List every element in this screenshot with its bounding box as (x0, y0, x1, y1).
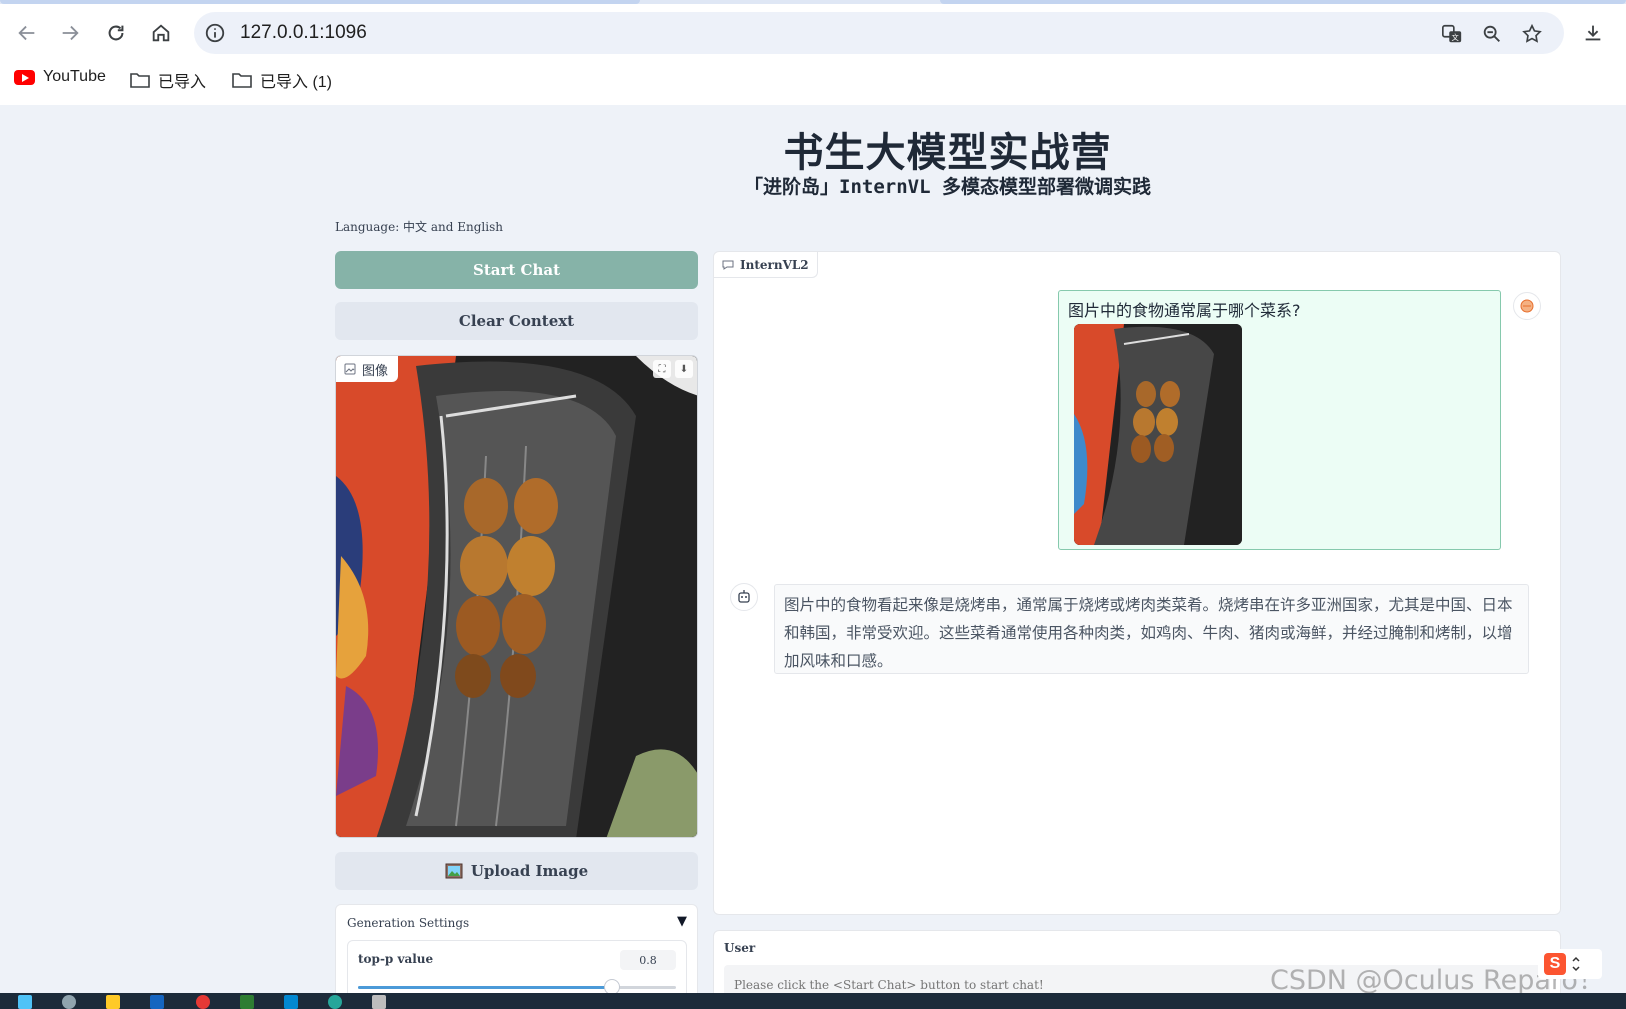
user-message-text: 图片中的食物通常属于哪个菜系? (1068, 301, 1301, 320)
home-button[interactable] (146, 18, 176, 48)
app-icon[interactable] (150, 995, 164, 1009)
clear-context-button[interactable]: Clear Context (335, 302, 698, 340)
chatbot-label: InternVL2 (714, 252, 818, 278)
top-p-slider-fill (358, 986, 612, 989)
reload-button[interactable] (101, 18, 131, 48)
image-label-text: 图像 (362, 363, 389, 379)
excel-icon[interactable] (240, 995, 254, 1009)
csdn-logo-icon: S (1544, 953, 1566, 975)
site-info-icon[interactable] (204, 22, 226, 44)
bookmark-label: 已导入 (1) (260, 74, 333, 91)
bookmark-imported-1[interactable]: 已导入 (1) (232, 68, 332, 92)
food-thumbnail (1074, 324, 1242, 545)
download-icon (1585, 25, 1601, 41)
bookmark-youtube[interactable]: YouTube (14, 68, 106, 86)
chatbot-label-text: InternVL2 (740, 257, 809, 272)
csdn-badge[interactable]: S (1538, 949, 1602, 979)
arrow-right-icon (62, 25, 79, 41)
search-icon[interactable] (62, 995, 76, 1009)
image-icon (344, 363, 356, 375)
start-icon[interactable] (18, 995, 32, 1009)
star-icon[interactable] (1520, 22, 1544, 46)
page-title: 书生大模型实战营 (783, 130, 1112, 176)
generation-settings-title: Generation Settings (347, 916, 470, 930)
mail-icon[interactable] (284, 995, 298, 1009)
picture-icon (445, 863, 463, 879)
food-photo (336, 356, 697, 837)
user-message-image[interactable] (1074, 324, 1242, 545)
bot-avatar (730, 583, 758, 611)
bookmarks-bar: YouTube 已导入 已导入 (1) (0, 64, 1626, 96)
app-icon-3[interactable] (372, 995, 386, 1009)
image-viewer[interactable]: 图像 ⛶ ⬇ (335, 355, 698, 838)
user-avatar (1513, 292, 1541, 320)
os-taskbar (0, 993, 1626, 1009)
user-avatar-icon (1520, 299, 1534, 313)
image-label: 图像 (336, 356, 399, 382)
more-icon (1572, 956, 1580, 972)
collapse-toggle-icon[interactable]: ▼ (677, 914, 687, 929)
top-p-slider[interactable] (358, 979, 676, 995)
translate-icon[interactable]: 文 (1440, 22, 1464, 46)
bookmark-imported[interactable]: 已导入 (130, 68, 206, 92)
language-note: Language: 中文 and English (335, 220, 503, 234)
user-message: 图片中的食物通常属于哪个菜系? (1058, 290, 1501, 550)
fullscreen-icon[interactable]: ⛶ (653, 360, 671, 378)
top-p-label: top-p value (358, 952, 434, 966)
forward-button[interactable] (55, 18, 85, 48)
browser-icon[interactable] (196, 995, 210, 1009)
tab-hint-left[interactable] (0, 0, 640, 4)
robot-icon (738, 590, 750, 603)
bookmark-label: 已导入 (158, 74, 207, 91)
start-chat-button[interactable]: Start Chat (335, 251, 698, 289)
back-button[interactable] (12, 18, 42, 48)
upload-image-label: Upload Image (470, 862, 589, 880)
upload-image-button[interactable]: Upload Image (335, 852, 698, 890)
arrow-left-icon (18, 25, 35, 41)
reload-icon (108, 25, 124, 41)
browser-chrome: 127.0.0.1:1096 文 YouTube 已导入 已导入 (1) (0, 0, 1626, 105)
image-tools: ⛶ ⬇ (653, 360, 693, 378)
page-subtitle: 「进阶岛」InternVL 多模态模型部署微调实践 (744, 176, 1151, 198)
chatbot-panel: InternVL2 图片中的食物通常属于哪个菜系? 图片中的食物看起来像是烧烤串… (713, 251, 1561, 915)
tab-hint-right[interactable] (940, 0, 1626, 4)
top-p-value-input[interactable]: 0.8 (620, 950, 676, 970)
folder-icon (232, 73, 252, 88)
url-text[interactable]: 127.0.0.1:1096 (240, 22, 367, 44)
address-bar[interactable]: 127.0.0.1:1096 文 (194, 12, 1564, 54)
bot-message: 图片中的食物看起来像是烧烤串，通常属于烧烤或烤肉类菜肴。烧烤串在许多亚洲国家，尤… (774, 584, 1529, 674)
download-icon[interactable]: ⬇ (675, 360, 693, 378)
download-button[interactable] (1578, 18, 1608, 48)
home-icon (152, 24, 170, 42)
youtube-icon (14, 69, 35, 85)
app-icon-2[interactable] (328, 995, 342, 1009)
svg-text:文: 文 (1452, 33, 1460, 42)
bookmark-label: YouTube (43, 68, 106, 85)
tab-strip (0, 0, 1626, 4)
file-explorer-icon[interactable] (106, 995, 120, 1009)
chat-bubble-icon (722, 260, 734, 270)
zoom-icon[interactable] (1480, 22, 1504, 46)
folder-icon (130, 73, 150, 88)
user-input-label: User (724, 941, 756, 955)
